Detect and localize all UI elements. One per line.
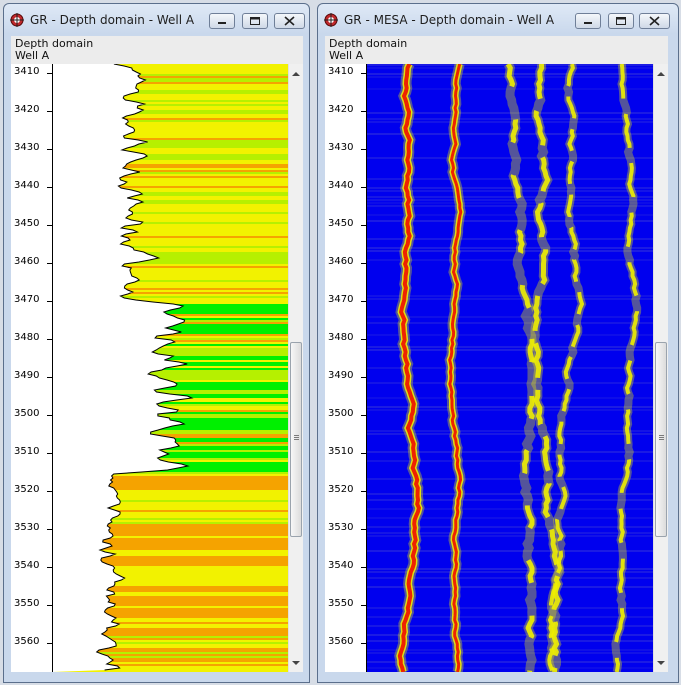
depth-tick-label: 3430 <box>14 142 40 153</box>
depth-tick-label: 3480 <box>328 332 354 343</box>
scroll-down-arrow-icon[interactable] <box>292 659 300 667</box>
maximize-button[interactable] <box>608 13 634 29</box>
scroll-up-arrow-icon[interactable] <box>292 70 300 78</box>
close-button[interactable] <box>639 13 670 29</box>
minimize-button[interactable] <box>209 13 235 29</box>
depth-tick-label: 3450 <box>328 218 354 229</box>
depth-axis: 3410 3420 3430 3440 3450 3460 3470 3480 3490 3500… <box>325 64 367 672</box>
gr-app-icon <box>10 13 24 27</box>
mesa-spectrum-plot: 3410 3420 3430 3440 3450 3460 3470 3480 3490 3500… <box>325 64 668 672</box>
close-icon <box>284 16 295 26</box>
depth-tick-label: 3490 <box>328 370 354 381</box>
vertical-scrollbar[interactable] <box>653 64 668 672</box>
depth-tick-label: 3450 <box>14 218 40 229</box>
scroll-up-arrow-icon[interactable] <box>657 70 665 78</box>
depth-tick-label: 3520 <box>14 484 40 495</box>
title-bar[interactable]: GR - MESA - Depth domain - Well A <box>318 4 678 34</box>
depth-tick-label: 3540 <box>14 560 40 571</box>
vertical-scrollbar[interactable] <box>288 64 303 672</box>
depth-tick-label: 3530 <box>14 522 40 533</box>
minimize-icon <box>584 22 592 24</box>
depth-tick-label: 3560 <box>14 636 40 647</box>
depth-tick-label: 3510 <box>328 446 354 457</box>
well-label: Well A <box>15 49 50 62</box>
depth-tick-label: 3550 <box>328 598 354 609</box>
title-bar[interactable]: GR - Depth domain - Well A <box>4 4 309 34</box>
maximize-icon <box>250 17 260 25</box>
domain-label: Depth domain <box>15 37 94 50</box>
maximize-icon <box>616 17 626 25</box>
depth-tick-label: 3550 <box>14 598 40 609</box>
window-title: GR - Depth domain - Well A <box>30 13 195 27</box>
depth-tick-label: 3470 <box>14 294 40 305</box>
depth-tick-label: 3420 <box>14 104 40 115</box>
depth-tick-label: 3410 <box>14 66 40 77</box>
depth-tick-label: 3520 <box>328 484 354 495</box>
depth-axis: 3410 3420 3430 3440 3450 3460 3470 3480 3490 3500… <box>11 64 53 672</box>
depth-tick-label: 3540 <box>328 560 354 571</box>
scrollbar-thumb[interactable] <box>655 342 667 537</box>
mesa-window: GR - MESA - Depth domain - Well A Depth … <box>317 3 679 683</box>
track-header: Depth domain Well A <box>11 36 303 64</box>
window-title: GR - MESA - Depth domain - Well A <box>344 13 555 27</box>
depth-tick-label: 3560 <box>328 636 354 647</box>
close-icon <box>649 16 660 26</box>
scrollbar-thumb[interactable] <box>290 342 302 537</box>
depth-tick-label: 3500 <box>14 408 40 419</box>
maximize-button[interactable] <box>242 13 268 29</box>
depth-tick-label: 3420 <box>328 104 354 115</box>
depth-tick-label: 3440 <box>328 180 354 191</box>
gr-app-icon <box>324 13 338 27</box>
scroll-down-arrow-icon[interactable] <box>657 659 665 667</box>
mesa-spectrogram <box>367 64 653 672</box>
gr-log-plot: 3410 3420 3430 3440 3450 3460 3470 3480 3490 3500… <box>11 64 303 672</box>
domain-label: Depth domain <box>329 37 408 50</box>
track-header: Depth domain Well A <box>325 36 668 64</box>
depth-tick-label: 3430 <box>328 142 354 153</box>
gr-log-curve <box>53 64 288 672</box>
depth-tick-label: 3510 <box>14 446 40 457</box>
depth-tick-label: 3530 <box>328 522 354 533</box>
depth-tick-label: 3500 <box>328 408 354 419</box>
minimize-button[interactable] <box>575 13 601 29</box>
depth-tick-label: 3480 <box>14 332 40 343</box>
depth-tick-label: 3440 <box>14 180 40 191</box>
depth-tick-label: 3460 <box>14 256 40 267</box>
depth-tick-label: 3490 <box>14 370 40 381</box>
close-button[interactable] <box>274 13 305 29</box>
well-label: Well A <box>329 49 364 62</box>
minimize-icon <box>218 22 226 24</box>
depth-tick-label: 3470 <box>328 294 354 305</box>
depth-tick-label: 3410 <box>328 66 354 77</box>
gr-log-window: GR - Depth domain - Well A Depth domain … <box>3 3 310 683</box>
depth-tick-label: 3460 <box>328 256 354 267</box>
